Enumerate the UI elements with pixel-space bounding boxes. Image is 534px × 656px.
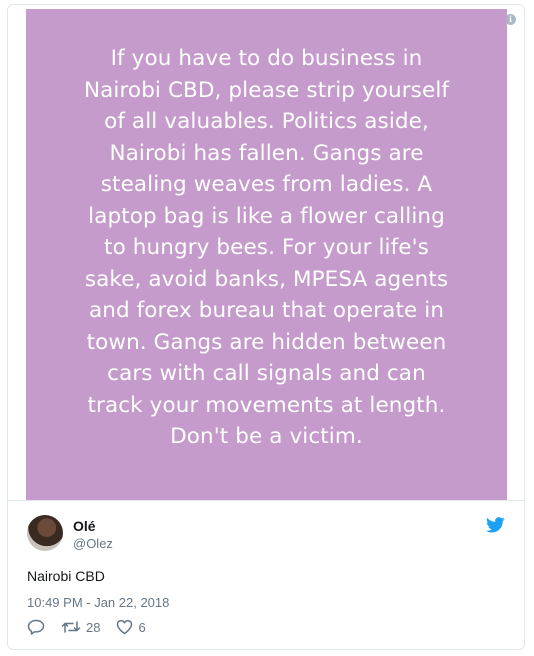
tweet-image-text: If you have to do business in Nairobi CB… [83,46,450,449]
tweet-card: i If you have to do business in Nairobi … [7,4,525,650]
tweet-timestamp[interactable]: 10:49 PM - Jan 22, 2018 [27,595,169,610]
reply-button[interactable] [27,619,45,635]
avatar[interactable] [27,515,63,551]
retweet-count: 28 [86,619,101,635]
twitter-bird-icon[interactable] [486,517,505,533]
tweet-image[interactable]: If you have to do business in Nairobi CB… [26,9,507,500]
reply-icon [27,619,45,635]
like-count: 6 [138,619,146,635]
divider [8,500,524,501]
retweet-icon [61,621,81,633]
author-handle[interactable]: @Olez [73,536,113,551]
heart-icon [117,619,133,635]
tweet-text: Nairobi CBD [27,568,105,584]
like-button[interactable]: 6 [116,619,146,635]
tweet-actions: 28 6 [27,619,162,635]
retweet-button[interactable]: 28 [61,619,100,635]
author-name[interactable]: Olé [73,518,96,534]
